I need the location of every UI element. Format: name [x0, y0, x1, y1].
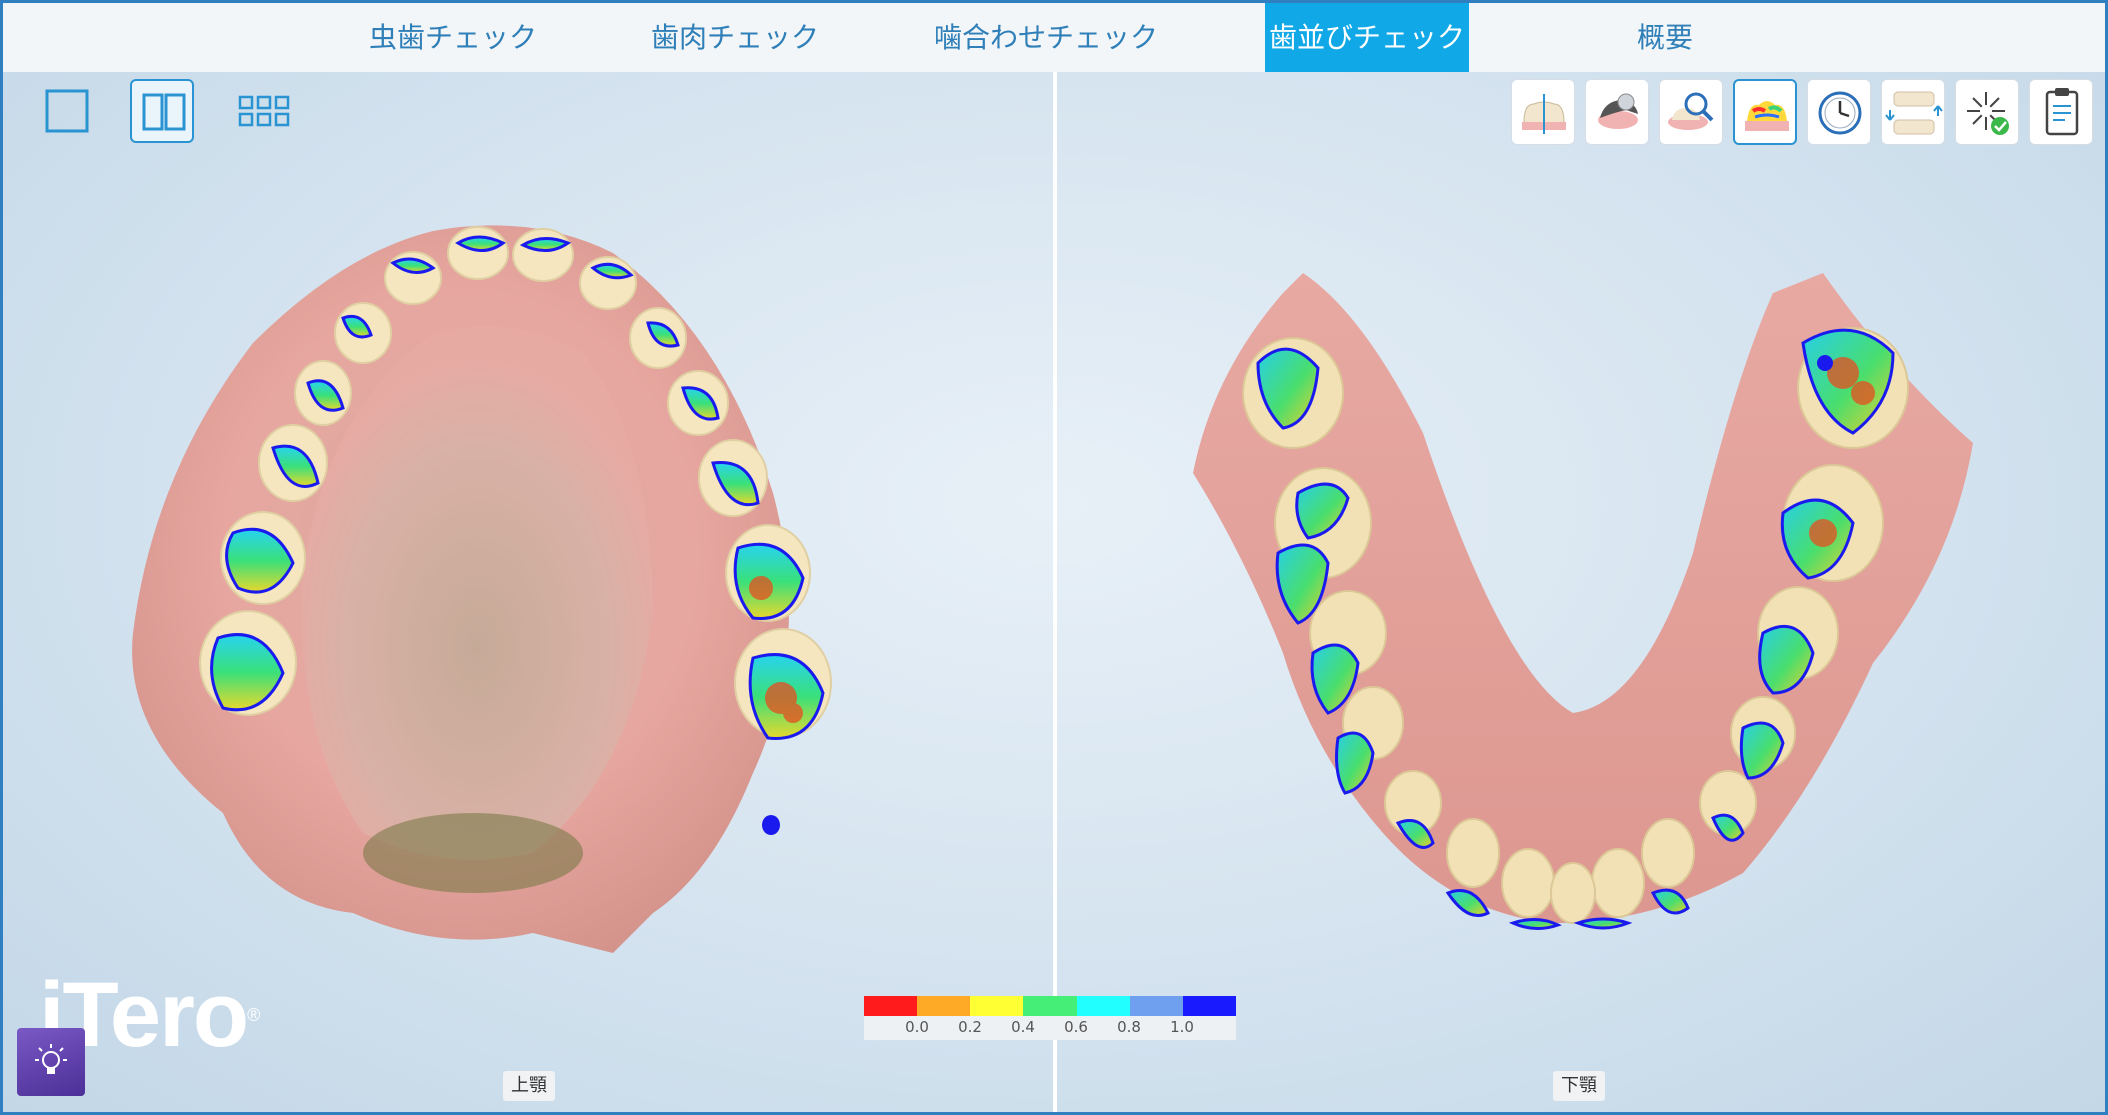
color-scale-bar: [864, 996, 1236, 1016]
clipboard-icon: [2045, 88, 2079, 136]
heatmap-tooth-icon: [1745, 101, 1789, 131]
registered-mark: ®: [247, 1005, 260, 1025]
sparkle-check-tool[interactable]: [1955, 79, 2019, 145]
scale-tick: 0.0: [905, 1018, 929, 1036]
tab-alignment-check[interactable]: 歯並びチェック: [1265, 3, 1469, 72]
scale-seg-5: [1129, 996, 1183, 1016]
dual-view-icon: [142, 93, 186, 131]
single-view-button[interactable]: [35, 79, 99, 143]
tab-gum-check[interactable]: 歯肉チェック: [625, 3, 845, 72]
scale-seg-4: [1076, 996, 1130, 1016]
jaw-compare-tool[interactable]: [1881, 79, 1945, 145]
single-view-icon: [45, 89, 89, 133]
scanner-tool[interactable]: [1585, 79, 1649, 145]
view-divider[interactable]: [1053, 72, 1057, 1112]
scale-tick: 1.0: [1170, 1018, 1194, 1036]
tooth-section-icon: [1522, 94, 1566, 134]
magnify-tooth-icon: [1668, 92, 1714, 130]
scale-seg-6: [1182, 996, 1236, 1016]
upper-jaw-scan[interactable]: [113, 213, 913, 983]
top-nav: 虫歯チェック 歯肉チェック 噛合わせチェック 歯並びチェック 概要: [3, 3, 2105, 72]
clipboard-tool[interactable]: [2029, 79, 2093, 145]
lower-jaw-scan[interactable]: [1173, 233, 2003, 963]
scale-tick: 0.2: [958, 1018, 982, 1036]
jaw-compare-icon: [1885, 91, 1943, 135]
scanner-icon: [1598, 93, 1638, 129]
upper-jaw-label: 上顎: [503, 1071, 555, 1101]
dual-view-button[interactable]: [130, 79, 194, 143]
quad-view-icon: [238, 95, 290, 127]
tab-bite-check[interactable]: 噛合わせチェック: [918, 3, 1174, 72]
lower-jaw-label: 下顎: [1553, 1071, 1605, 1101]
distance-color-scale: 0.0 0.2 0.4 0.6 0.8 1.0: [864, 996, 1236, 1040]
quad-view-button[interactable]: [232, 79, 296, 143]
help-button[interactable]: [17, 1028, 85, 1096]
app-window: 虫歯チェック 歯肉チェック 噛合わせチェック 歯並びチェック 概要 上顎 下顎 …: [0, 0, 2108, 1115]
color-scale-ticks: 0.0 0.2 0.4 0.6 0.8 1.0: [864, 1016, 1236, 1040]
scale-seg-0: [864, 996, 918, 1016]
heatmap-tooth-tool[interactable]: [1733, 79, 1797, 145]
timelapse-tool[interactable]: [1807, 79, 1871, 145]
scale-seg-1: [917, 996, 971, 1016]
tab-caries-check[interactable]: 虫歯チェック: [343, 3, 563, 72]
scale-seg-3: [1023, 996, 1077, 1016]
timelapse-clock-icon: [1818, 91, 1862, 135]
tab-summary[interactable]: 概要: [1613, 3, 1717, 72]
tooth-section-tool[interactable]: [1511, 79, 1575, 145]
sparkle-check-icon: [1967, 92, 2009, 135]
scale-tick: 0.6: [1064, 1018, 1088, 1036]
magnify-tooth-tool[interactable]: [1659, 79, 1723, 145]
lightbulb-icon: [35, 1044, 67, 1074]
scale-tick: 0.4: [1011, 1018, 1035, 1036]
scale-seg-2: [970, 996, 1024, 1016]
scale-tick: 0.8: [1117, 1018, 1141, 1036]
